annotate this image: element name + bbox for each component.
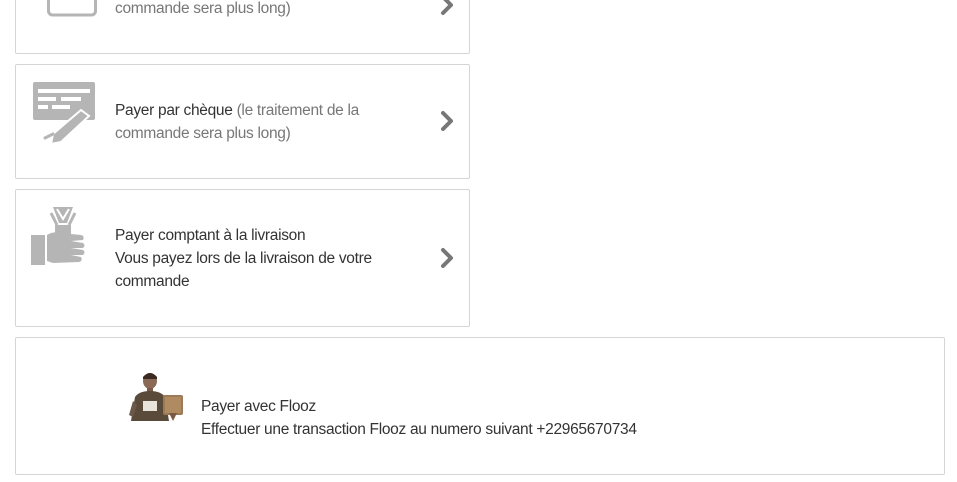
chevron-right-icon xyxy=(439,109,455,133)
cheque-pen-icon xyxy=(31,80,97,146)
bank-card-icon xyxy=(47,0,97,17)
payment-option-flooz[interactable]: Payer avec Flooz Effectuer une transacti… xyxy=(15,337,945,475)
payment-option-bankwire[interactable]: commande sera plus long) xyxy=(15,0,470,54)
cheque-label-main: Payer par chèque xyxy=(115,102,233,119)
cod-label-line3: commande xyxy=(115,273,190,290)
flooz-label-main: Payer avec Flooz xyxy=(201,398,316,415)
flooz-label-line2: Effectuer une transaction Flooz au numer… xyxy=(201,421,637,438)
cod-label-main: Payer comptant à la livraison xyxy=(115,227,306,244)
payment-option-cheque[interactable]: Payer par chèque (le traitement de la co… xyxy=(15,64,470,179)
bankwire-label-line2: commande sera plus long) xyxy=(115,0,291,17)
cheque-label-sub-end: commande sera plus long) xyxy=(115,125,291,142)
cash-in-hand-icon xyxy=(31,205,87,271)
cod-label-line2: Vous payez lors de la livraison de votre xyxy=(115,250,372,267)
flooz-person-photo xyxy=(129,371,185,421)
chevron-right-icon xyxy=(439,246,455,270)
cheque-label-sub: (le traitement de la xyxy=(232,102,360,119)
payment-option-cod[interactable]: Payer comptant à la livraison Vous payez… xyxy=(15,189,470,327)
chevron-right-icon xyxy=(439,0,455,17)
